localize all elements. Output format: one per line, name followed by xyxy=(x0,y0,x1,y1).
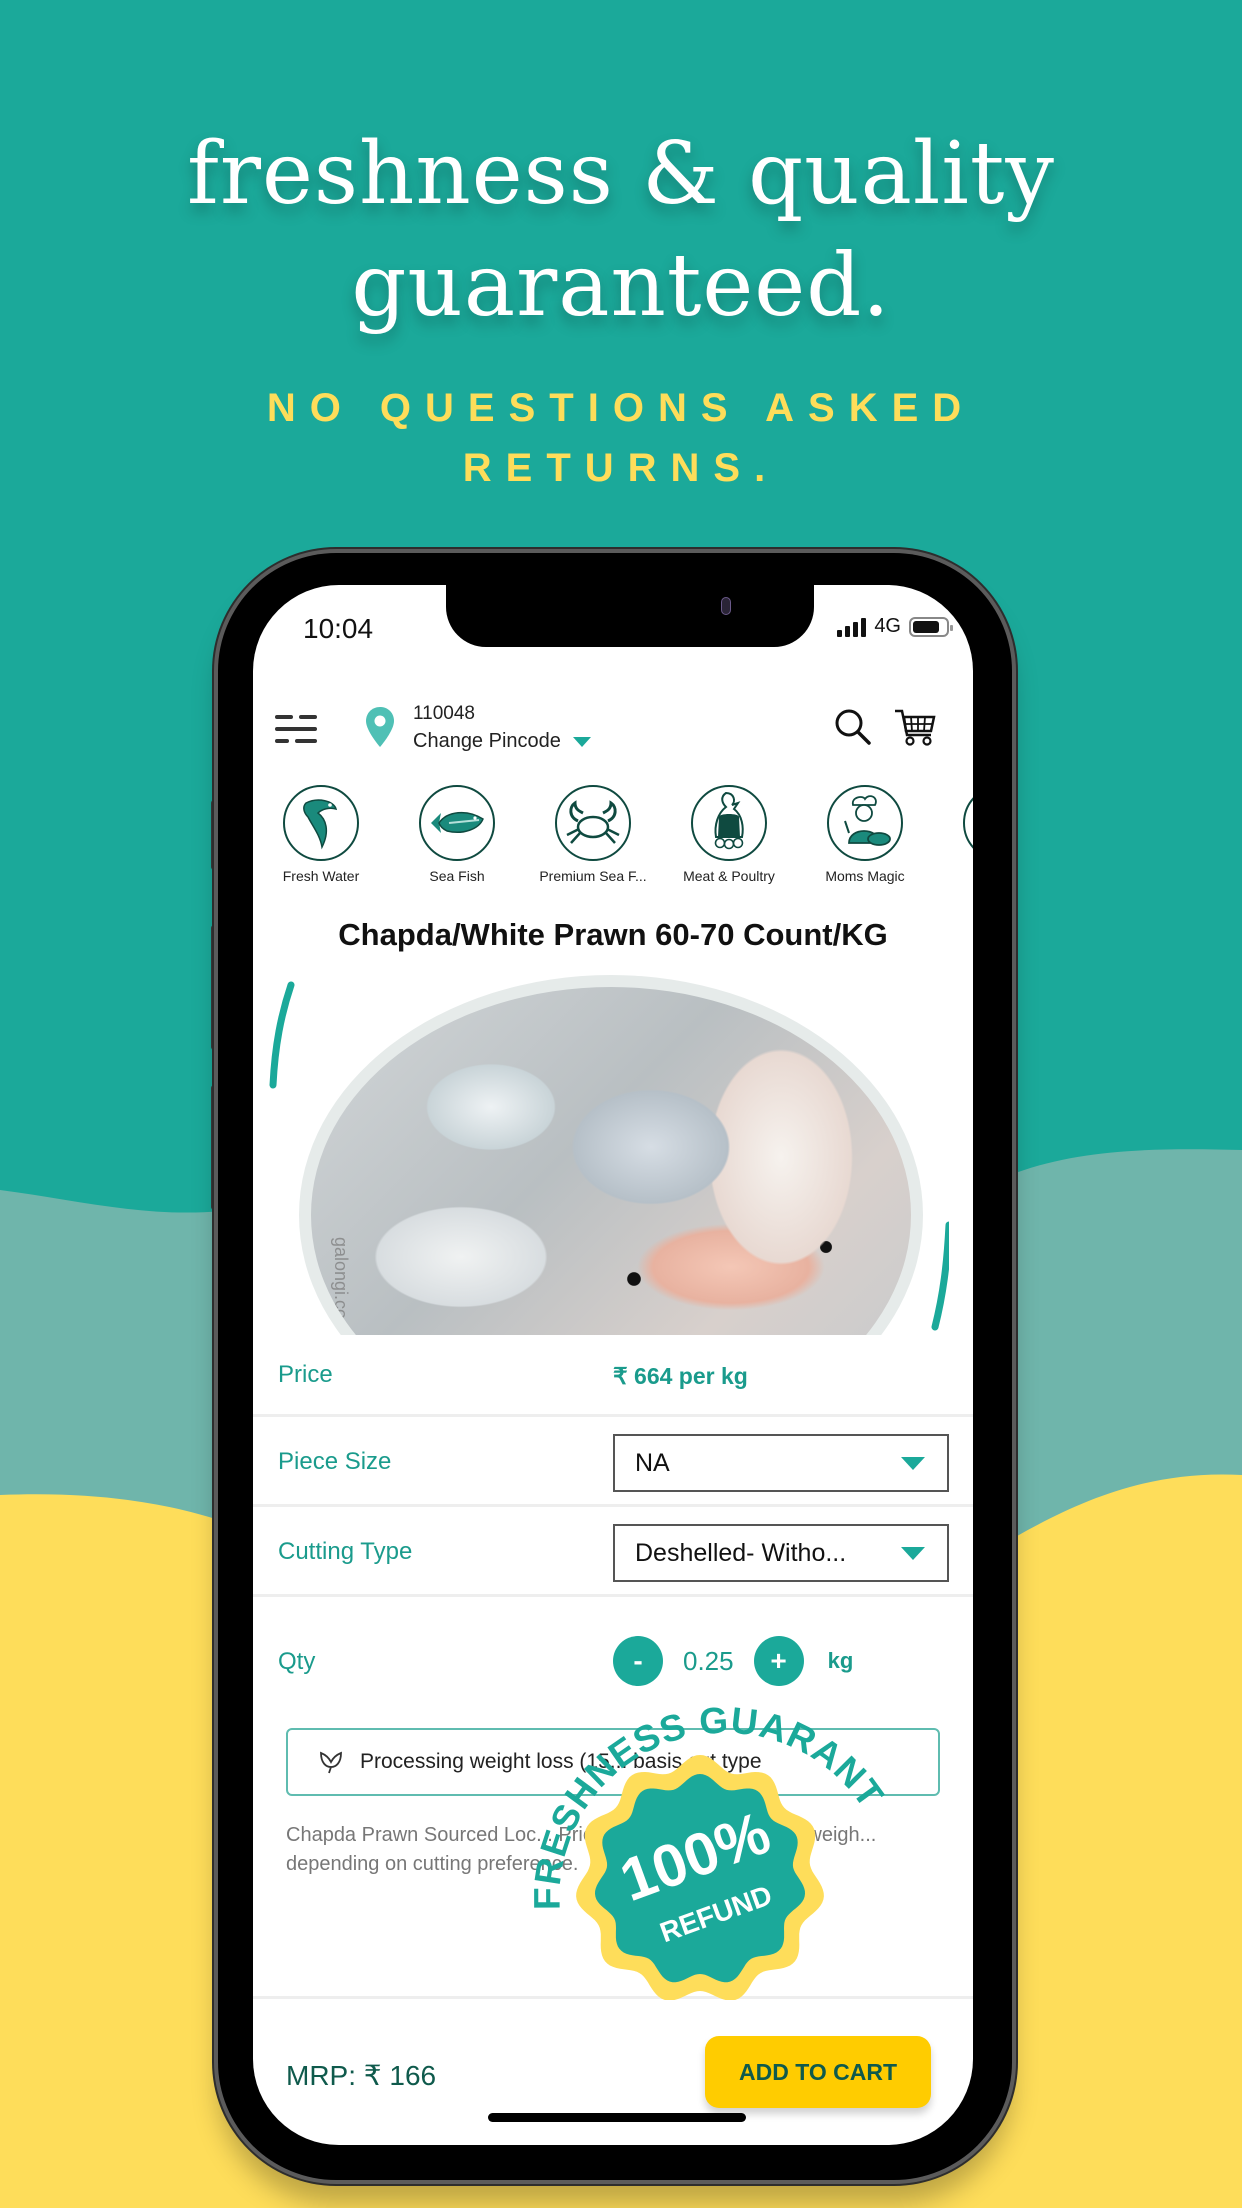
piece-size-select[interactable]: NA xyxy=(613,1434,949,1492)
piece-size-label: Piece Size xyxy=(278,1448,392,1475)
price-value: ₹ 664 per kg xyxy=(613,1363,748,1389)
search-icon[interactable] xyxy=(833,707,873,747)
subline-line-1: NO QUESTIONS ASKED xyxy=(266,386,976,430)
promo-subline: NO QUESTIONS ASKED RETURNS. xyxy=(0,378,1242,498)
piece-size-value: NA xyxy=(635,1448,670,1477)
status-indicators: 4G xyxy=(837,615,953,638)
status-time: 10:04 xyxy=(303,613,374,644)
cutting-type-value: Deshelled- Witho... xyxy=(635,1538,847,1567)
category-icon xyxy=(963,785,973,861)
chevron-down-icon xyxy=(572,736,591,747)
home-indicator[interactable] xyxy=(488,2113,746,2122)
category-sea-fish[interactable]: Sea Fish xyxy=(389,785,525,885)
battery-icon xyxy=(909,616,953,637)
location-pin-icon[interactable] xyxy=(366,707,394,747)
app-header: 110048 Change Pincode xyxy=(253,693,973,763)
qty-unit: kg xyxy=(827,1648,854,1673)
promo-headline: freshness & quality guaranteed. xyxy=(0,118,1242,342)
signal-icon xyxy=(837,617,867,637)
price-label: Price xyxy=(278,1361,333,1388)
leaf-icon xyxy=(320,1751,342,1774)
menu-icon[interactable] xyxy=(275,715,317,745)
pincode-value: 110048 xyxy=(413,703,475,724)
category-moms-magic[interactable]: Moms Magic xyxy=(797,785,933,885)
category-label: Meat & Poultry xyxy=(683,868,775,884)
change-pincode-button[interactable]: Change Pincode xyxy=(413,730,591,753)
add-to-cart-button[interactable]: ADD TO CART xyxy=(705,2036,931,2108)
qty-value: 0.25 xyxy=(683,1645,734,1676)
mrp-price: MRP: ₹ 166 xyxy=(286,2060,437,2091)
chevron-down-icon xyxy=(901,1546,925,1560)
chef-icon xyxy=(827,785,903,861)
cutting-type-row: Cutting Type Deshelled- Witho... xyxy=(253,1510,973,1597)
cart-icon[interactable] xyxy=(893,705,937,749)
qty-label: Qty xyxy=(278,1648,316,1675)
product-title: Chapda/White Prawn 60-70 Count/KG xyxy=(338,917,888,952)
price-row: Price ₹ 664 per kg xyxy=(253,1337,973,1417)
category-premium-sea-food[interactable]: Premium Sea F... xyxy=(525,785,661,885)
subline-line-2: RETURNS. xyxy=(462,446,780,490)
category-partial[interactable]: Fr xyxy=(933,785,973,885)
tuna-icon xyxy=(419,785,495,861)
piece-size-row: Piece Size NA xyxy=(253,1420,973,1507)
category-meat-poultry[interactable]: Meat & Poultry xyxy=(661,785,797,885)
headline-line-2: guaranteed. xyxy=(351,236,891,336)
category-label: Premium Sea F... xyxy=(539,868,647,884)
crab-icon xyxy=(555,785,631,861)
category-label: Sea Fish xyxy=(429,868,485,884)
cutting-type-label: Cutting Type xyxy=(278,1538,413,1565)
camera-icon xyxy=(721,597,731,615)
cutting-type-select[interactable]: Deshelled- Witho... xyxy=(613,1524,949,1582)
freshness-guarantee-badge: FRESHNESS GUARANTEED 100% REFUND xyxy=(520,1680,891,2000)
qty-increase-button[interactable]: + xyxy=(753,1636,804,1686)
chevron-down-icon xyxy=(901,1456,925,1470)
category-fresh-water[interactable]: Fresh Water xyxy=(253,785,389,885)
headline-line-1: freshness & quality xyxy=(187,124,1055,224)
network-type: 4G xyxy=(874,615,901,637)
product-image-container: galongi.com xyxy=(269,975,949,1335)
image-watermark: galongi.com xyxy=(331,1237,351,1335)
chicken-icon xyxy=(691,785,767,861)
category-label: Moms Magic xyxy=(825,868,905,884)
category-carousel: Fresh Water Sea Fish Premium Sea F... Me… xyxy=(253,785,973,885)
qty-decrease-button[interactable]: - xyxy=(613,1636,663,1686)
phone-notch xyxy=(446,585,814,647)
fish-icon xyxy=(283,785,359,861)
quantity-stepper: - 0.25 + kg xyxy=(613,1636,853,1686)
change-pincode-label: Change Pincode xyxy=(413,730,561,752)
category-label: Fresh Water xyxy=(282,868,360,884)
product-image: galongi.com xyxy=(299,975,923,1335)
